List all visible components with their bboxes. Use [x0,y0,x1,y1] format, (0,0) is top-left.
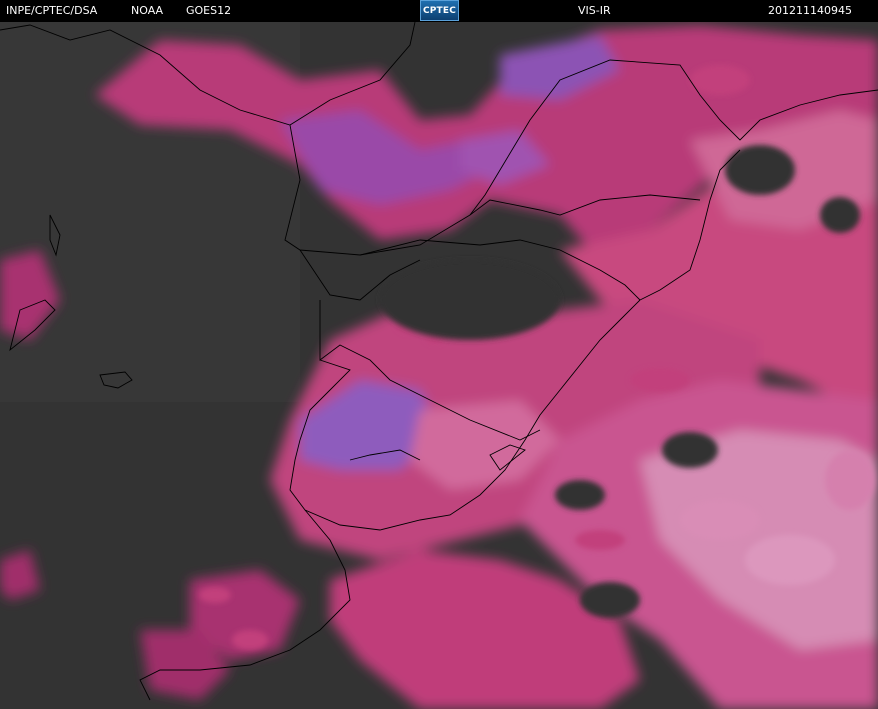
cptec-logo-text: CPTEC [422,5,457,16]
timestamp-label: 201211140945 [768,4,852,17]
noaa-label: NOAA [131,4,164,17]
agency-label: INPE/CPTEC/DSA [6,4,98,17]
satellite-label: GOES12 [186,4,232,17]
image-header-bar: INPE/CPTEC/DSA NOAA GOES12 CPTEC VIS-IR … [0,0,878,22]
cptec-logo: CPTEC [420,0,459,21]
channel-label: VIS-IR [578,4,611,17]
satellite-image [0,22,878,709]
